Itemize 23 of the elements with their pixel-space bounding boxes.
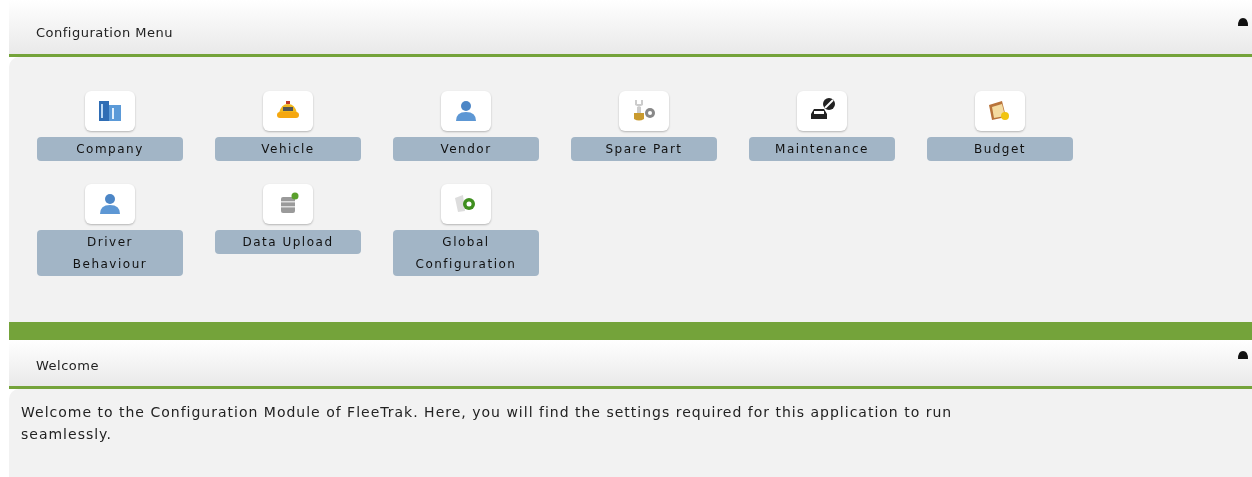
icon-tile[interactable] — [619, 91, 669, 131]
collapse-icon[interactable] — [1238, 351, 1248, 359]
panel-title: Configuration Menu — [36, 24, 173, 43]
icon-tile[interactable] — [441, 184, 491, 224]
menu-button[interactable]: Spare Part — [571, 137, 717, 161]
menu-button[interactable]: Data Upload — [215, 230, 361, 254]
panel-title: Welcome — [36, 357, 99, 376]
menu-button[interactable]: Vendor — [393, 137, 539, 161]
menu-button[interactable]: Global Configuration — [393, 230, 539, 276]
icon-tile[interactable] — [263, 184, 313, 224]
menu-button[interactable]: Maintenance — [749, 137, 895, 161]
icon-tile[interactable] — [85, 184, 135, 224]
menu-button[interactable]: Company — [37, 137, 183, 161]
icon-tile[interactable] — [85, 91, 135, 131]
welcome-text: Welcome to the Configuration Module of FleeTrak. Here, you will find the settings required for this application to run seamlessly. — [21, 403, 954, 444]
menu-button[interactable]: Driver Behaviour — [37, 230, 183, 276]
icon-tile[interactable] — [975, 91, 1025, 131]
icon-tile[interactable] — [441, 91, 491, 131]
menu-button[interactable]: Budget — [927, 137, 1073, 161]
collapse-icon[interactable] — [1238, 18, 1248, 26]
menu-button[interactable]: Vehicle — [215, 137, 361, 161]
icon-tile[interactable] — [797, 91, 847, 131]
icon-tile[interactable] — [263, 91, 313, 131]
